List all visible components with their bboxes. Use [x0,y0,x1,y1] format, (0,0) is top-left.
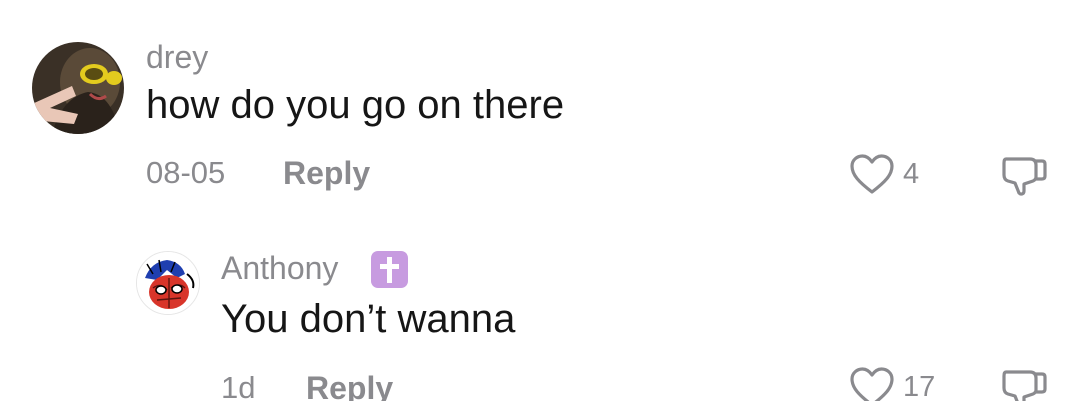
comment-text: how do you go on there [146,83,565,127]
comment-text: You don’t wanna [221,297,516,341]
thumbs-down-icon[interactable] [1000,366,1048,401]
comment-date: 1d [221,370,256,401]
like-count: 17 [903,371,936,401]
heart-icon[interactable] [849,153,895,195]
comment-date: 08-05 [146,155,226,190]
reply-button[interactable]: Reply [283,155,370,191]
comments-thread: drey how do you go on there 08-05 Reply … [0,0,1080,401]
avatar[interactable] [32,42,124,134]
reply-button[interactable]: Reply [306,370,393,401]
heart-icon[interactable] [849,366,895,401]
username[interactable]: Anthony [221,249,338,287]
spider-man-avatar-icon [137,252,199,314]
thumbs-down-icon[interactable] [1000,153,1048,197]
avatar[interactable] [136,251,200,315]
username[interactable]: drey [146,38,208,76]
like-count: 4 [903,158,920,190]
latin-cross-icon [371,251,408,288]
profile-photo-avatar-icon [32,42,124,134]
